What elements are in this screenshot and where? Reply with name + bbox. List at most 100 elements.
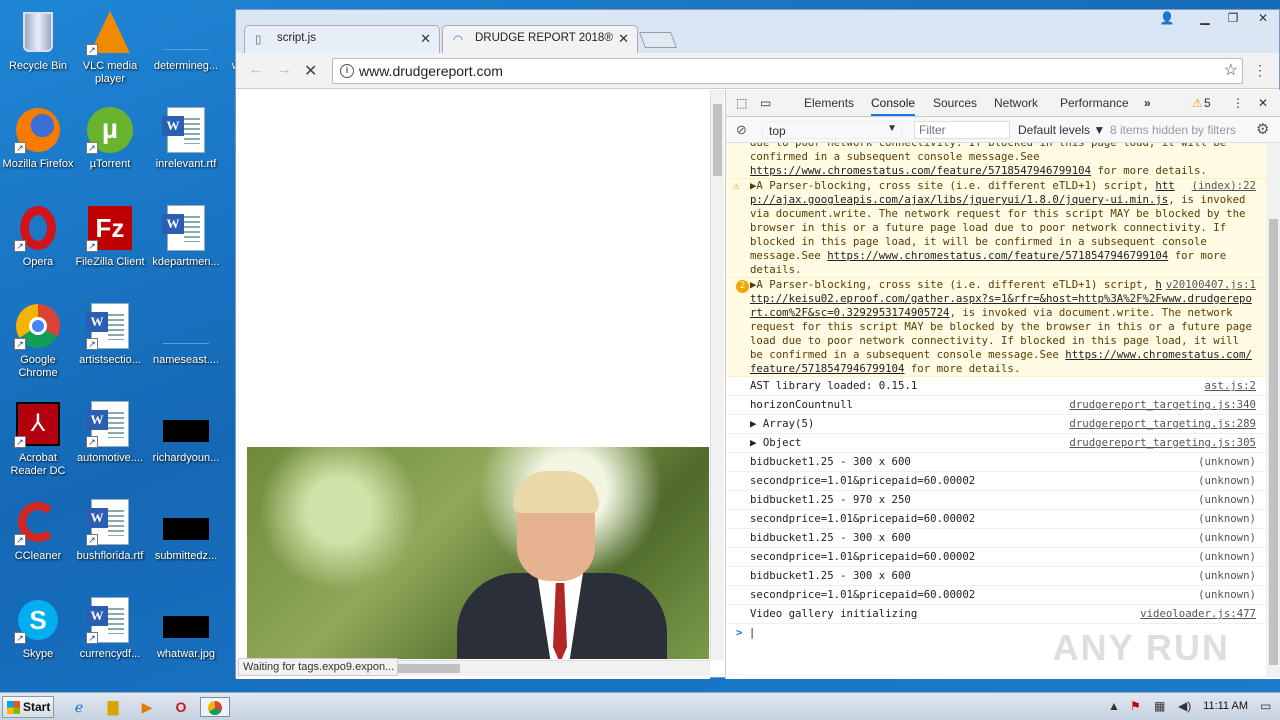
devtools-close-icon[interactable]: ✕ xyxy=(1258,96,1268,110)
device-toolbar-icon[interactable]: ▭ xyxy=(760,96,771,110)
start-button[interactable]: Start xyxy=(2,696,54,718)
desktop-icon-chrome[interactable]: ↗ Google Chrome xyxy=(0,302,76,380)
desktop-file-bushflorida[interactable]: W ↗ bushflorida.rtf xyxy=(72,498,148,563)
devtools-menu-icon[interactable]: ⋮ xyxy=(1232,96,1244,110)
console-source-link[interactable]: v20100407.js:1 xyxy=(1166,278,1256,292)
desktop-file-artistsection[interactable]: W ↗ artistsectio... xyxy=(72,302,148,367)
show-desktop-button[interactable]: ▭ xyxy=(1260,699,1271,713)
desktop-file-whatwar[interactable]: whatwar.jpg xyxy=(148,596,224,661)
desktop-file-nameseast[interactable]: nameseast.... xyxy=(148,302,224,367)
word-doc-icon: W ↗ xyxy=(86,596,134,644)
desktop-file-automotive[interactable]: W ↗ automotive.... xyxy=(72,400,148,465)
console-message: secondprice=1.01&pricepaid=60.00002 (unkn… xyxy=(726,548,1266,567)
desktop-icon-filezilla[interactable]: Fz ↗ FileZilla Client xyxy=(72,204,148,269)
desktop-file-kdepartment[interactable]: W kdepartmen... xyxy=(148,204,224,269)
close-icon[interactable]: ✕ xyxy=(420,31,431,47)
console-source-link[interactable]: videoloader.js:477 xyxy=(1140,607,1256,621)
context-selector[interactable]: top ▼ xyxy=(762,121,902,139)
taskbar: Start ℯ ▇ ▶ O ▲ ⚑ ▦ ◀) 11:11 AM ▭ xyxy=(0,692,1280,720)
console-scrollbar[interactable] xyxy=(1266,143,1280,677)
desktop-icon-skype[interactable]: S ↗ Skype xyxy=(0,596,76,661)
console-message: bidbucket1.25 - 970 x 250 (unknown) xyxy=(726,491,1266,510)
tab-performance[interactable]: Performance xyxy=(1060,96,1129,110)
web-page-viewport xyxy=(236,90,710,679)
firefox-icon: ↗ xyxy=(14,106,62,154)
desktop-icon-recycle-bin[interactable]: Recycle Bin xyxy=(0,8,76,73)
tab-elements[interactable]: Elements xyxy=(804,96,854,110)
opera-taskbar-icon[interactable]: O xyxy=(170,697,192,717)
news-photo[interactable] xyxy=(247,447,709,659)
desktop-icon-utorrent[interactable]: µ ↗ µTorrent xyxy=(72,106,148,171)
console-message: Video gallery initializing videoloader.js… xyxy=(726,605,1266,624)
internet-explorer-icon[interactable]: ℯ xyxy=(68,697,90,717)
console-message: secondprice=1.01&pricepaid=60.00002 (unkn… xyxy=(726,472,1266,491)
ccleaner-icon: ↗ xyxy=(14,498,62,546)
desktop-file-w[interactable]: w xyxy=(196,8,240,73)
clear-console-icon[interactable]: ⊘ xyxy=(736,122,747,138)
tab-sources[interactable]: Sources xyxy=(933,96,977,110)
menu-kebab-icon[interactable]: ⋮ xyxy=(1253,62,1267,79)
log-levels-dropdown[interactable]: Default levels ▼ xyxy=(1018,123,1105,137)
console-source-link[interactable]: (index):22 xyxy=(1192,179,1256,193)
console-message[interactable]: ▶ Object drudgereport_targeting.js:305 xyxy=(726,434,1266,453)
tab-network[interactable]: Network xyxy=(994,96,1038,110)
chrome-taskbar-icon[interactable] xyxy=(200,697,230,717)
network-icon[interactable]: ▦ xyxy=(1154,699,1165,713)
desktop-icon-ccleaner[interactable]: ↗ CCleaner xyxy=(0,498,76,563)
word-doc-icon: W xyxy=(162,106,210,154)
back-arrow-icon[interactable]: ← xyxy=(248,61,264,79)
console-link[interactable]: https://www.chromestatus.com/feature/571… xyxy=(750,164,1091,177)
desktop-icon-firefox[interactable]: ↗ Mozilla Firefox xyxy=(0,106,76,171)
settings-gear-icon[interactable]: ⚙ xyxy=(1256,120,1269,138)
desktop-icon-acrobat[interactable]: ⅄ ↗ Acrobat Reader DC xyxy=(0,400,76,478)
desktop-file-richardyoun[interactable]: richardyoun... xyxy=(148,400,224,465)
desktop-icon-vlc[interactable]: ↗ VLC media player xyxy=(72,8,148,86)
console-filter-input[interactable] xyxy=(914,121,1010,139)
warning-icon: ⚠ xyxy=(733,179,740,192)
tab-script-js[interactable]: ▯ script.js ✕ xyxy=(244,25,440,53)
devtools-panel: ⬚ ▭ Elements Console Sources Network Per… xyxy=(725,90,1280,679)
console-message: AST library loaded: 0.15.1 ast.js:2 xyxy=(726,377,1266,396)
file-explorer-icon[interactable]: ▇ xyxy=(102,697,124,717)
close-icon[interactable]: ✕ xyxy=(618,31,629,47)
forward-arrow-icon[interactable]: → xyxy=(276,61,292,79)
status-bubble: Waiting for tags.expo9.expon... xyxy=(238,658,398,676)
inspect-element-icon[interactable]: ⬚ xyxy=(736,96,747,110)
console-source-link[interactable]: drudgereport_targeting.js:289 xyxy=(1069,417,1256,431)
restore-button[interactable]: ❐ xyxy=(1219,10,1247,28)
minimize-button[interactable]: ▁ xyxy=(1191,10,1219,28)
address-bar[interactable]: i www.drudgereport.com ☆ xyxy=(332,58,1243,84)
warning-count[interactable]: 5 xyxy=(1204,96,1211,110)
hidden-items-label: 8 items hidden by filters xyxy=(1110,123,1237,137)
media-player-icon[interactable]: ▶ xyxy=(136,697,158,717)
bookmark-star-icon[interactable]: ☆ xyxy=(1224,59,1238,83)
desktop-icon-opera[interactable]: ↗ Opera xyxy=(0,204,76,269)
tab-console[interactable]: Console xyxy=(871,96,916,116)
console-link[interactable]: https://www.chromestatus.com/feature/571… xyxy=(827,249,1168,262)
close-window-button[interactable]: ✕ xyxy=(1249,10,1277,28)
user-icon[interactable]: 👤 xyxy=(1153,10,1181,28)
warning-icon[interactable]: ⚠ xyxy=(1192,96,1203,110)
desktop-file-submittedz[interactable]: submittedz... xyxy=(148,498,224,563)
console-source-link[interactable]: ast.js:2 xyxy=(1205,379,1256,393)
desktop-file-inrelevant[interactable]: W inrelevant.rtf xyxy=(148,106,224,171)
clock[interactable]: 11:11 AM xyxy=(1203,700,1248,712)
info-icon[interactable]: i xyxy=(340,64,354,78)
show-hidden-icons-icon[interactable]: ▲ xyxy=(1108,699,1120,713)
console-source-link[interactable]: drudgereport_targeting.js:340 xyxy=(1069,398,1256,412)
more-tabs-button[interactable]: » xyxy=(1144,96,1151,110)
browser-toolbar: ← → ✕ i www.drudgereport.com ☆ ⋮ xyxy=(236,53,1279,89)
tab-title: DRUDGE REPORT 2018® xyxy=(475,32,613,44)
tab-drudge-report[interactable]: ◠ DRUDGE REPORT 2018® ✕ xyxy=(442,25,638,53)
word-doc-icon: W xyxy=(162,204,210,252)
stop-icon[interactable]: ✕ xyxy=(304,61,317,81)
desktop-file-currencydf[interactable]: W ↗ currencydf... xyxy=(72,596,148,661)
page-vertical-scrollbar[interactable] xyxy=(710,90,724,660)
black-thumbnail-icon xyxy=(162,400,210,448)
acrobat-icon: ⅄ ↗ xyxy=(14,400,62,448)
action-center-icon[interactable]: ⚑ xyxy=(1130,699,1141,713)
new-tab-button[interactable] xyxy=(639,32,677,48)
volume-icon[interactable]: ◀) xyxy=(1178,699,1191,713)
console-message[interactable]: ▶ Array(5) drudgereport_targeting.js:289 xyxy=(726,415,1266,434)
console-source-link[interactable]: drudgereport_targeting.js:305 xyxy=(1069,436,1256,450)
